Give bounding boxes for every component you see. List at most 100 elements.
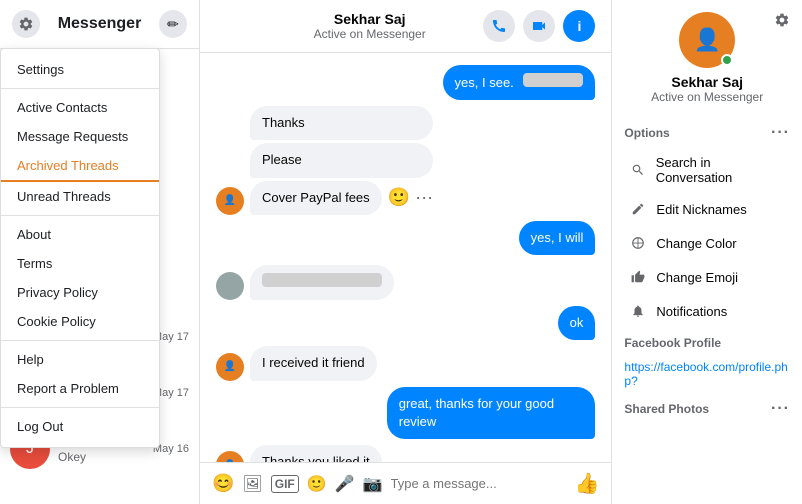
fb-profile-link[interactable]: https://facebook.com/profile.php?	[624, 356, 790, 392]
msg-bubble-6: ok	[558, 306, 596, 340]
shared-photos-label: Shared Photos ···	[624, 400, 790, 418]
mic-icon[interactable]: 🎤	[335, 474, 355, 494]
color-icon	[628, 233, 648, 253]
call-button[interactable]	[483, 10, 515, 42]
chat-area: Sekhar Saj Active on Messenger i yes, I …	[200, 0, 612, 504]
pencil-icon	[628, 199, 648, 219]
messages-container: yes, I see. 👤 Thanks Please Cover PayPal…	[200, 53, 611, 462]
panel-name: Sekhar Saj	[671, 74, 743, 90]
msg-actions: 🙂 ···	[388, 187, 433, 208]
msg-bubble-7: I received it friend	[250, 346, 377, 380]
option-nicknames-label: Edit Nicknames	[656, 202, 746, 217]
camera-icon[interactable]: 📷	[363, 474, 383, 494]
new-chat-button[interactable]: ✏	[159, 10, 187, 38]
menu-item-report[interactable]: Report a Problem	[1, 374, 159, 403]
panel-option-search[interactable]: Search in Conversation	[624, 148, 790, 192]
sidebar-header: Messenger ✏	[0, 0, 199, 49]
menu-item-privacy[interactable]: Privacy Policy	[1, 278, 159, 307]
msg-text-1: yes, I see.	[455, 75, 514, 90]
panel-option-color[interactable]: Change Color	[624, 226, 790, 260]
gif-icon[interactable]: GIF	[271, 475, 299, 493]
thumbsup-icon	[628, 267, 648, 287]
blurred-received-row	[216, 265, 595, 300]
panel-gear-button[interactable]	[774, 12, 790, 31]
menu-item-about[interactable]: About	[1, 220, 159, 249]
avatar-sekhar-2: 👤	[216, 353, 244, 381]
menu-item-help[interactable]: Help	[1, 345, 159, 374]
shared-photos-dots-button[interactable]: ···	[771, 400, 790, 418]
received-row-9: 👤 Thanks you liked it	[216, 445, 595, 462]
chat-header-status: Active on Messenger	[314, 27, 426, 41]
option-notifications-label: Notifications	[656, 304, 727, 319]
conv-preview-3: Okey	[58, 450, 145, 464]
message-row-1: yes, I see.	[216, 65, 595, 100]
message-row-6: ok	[216, 306, 595, 340]
blurred-content-1	[523, 73, 583, 87]
emoji-icon[interactable]: 😊	[212, 473, 234, 494]
avatar-sekhar-3: 👤	[216, 451, 244, 462]
sticker-icon[interactable]: 🙂	[307, 474, 327, 494]
msg-bubble-thanks: Thanks	[250, 106, 433, 140]
panel-option-nicknames[interactable]: Edit Nicknames	[624, 192, 790, 226]
menu-divider-2	[1, 215, 159, 216]
msg-bubble-cover: Cover PayPal fees	[250, 181, 382, 215]
received-row-7: 👤 I received it friend	[216, 346, 595, 380]
menu-item-settings[interactable]: Settings	[1, 55, 159, 84]
menu-item-message-requests[interactable]: Message Requests	[1, 122, 159, 151]
options-label-text: Options	[624, 126, 669, 140]
option-emoji-label: Change Emoji	[656, 270, 738, 285]
video-button[interactable]	[523, 10, 555, 42]
chat-input-area: 😊 🖼 GIF 🙂 🎤 📷 👍	[200, 462, 611, 504]
menu-item-logout[interactable]: Log Out	[1, 412, 159, 441]
option-search-label: Search in Conversation	[656, 155, 786, 185]
msg-bubble-blurred	[250, 265, 394, 300]
msg-bubble-9: Thanks you liked it	[250, 445, 382, 462]
msg-bubble-1: yes, I see.	[443, 65, 596, 100]
shared-photos-label-text: Shared Photos	[624, 402, 709, 416]
options-label: Options ···	[624, 124, 790, 142]
message-row-5: yes, I will	[216, 221, 595, 255]
right-panel: 👤 Sekhar Saj Active on Messenger Options…	[612, 0, 802, 504]
panel-profile: 👤 Sekhar Saj Active on Messenger	[624, 12, 790, 104]
fb-profile-label: Facebook Profile	[624, 336, 790, 350]
sidebar-title: Messenger	[58, 15, 142, 33]
received-group: 👤 Thanks Please Cover PayPal fees 🙂 ···	[216, 106, 595, 215]
info-button[interactable]: i	[563, 10, 595, 42]
panel-option-notifications[interactable]: Notifications	[624, 294, 790, 328]
menu-item-archived-threads[interactable]: Archived Threads	[1, 151, 159, 182]
msg-bubble-please: Please	[250, 143, 433, 177]
panel-avatar-wrap: 👤	[679, 12, 735, 68]
option-color-label: Change Color	[656, 236, 736, 251]
menu-item-active-contacts[interactable]: Active Contacts	[1, 93, 159, 122]
blurred-content-2	[262, 273, 382, 287]
dropdown-menu: Settings Active Contacts Message Request…	[0, 48, 160, 448]
panel-option-emoji[interactable]: Change Emoji	[624, 260, 790, 294]
options-dots-button[interactable]: ···	[771, 124, 790, 142]
chat-header-actions: i	[483, 10, 595, 42]
message-row-8: great, thanks for your good review	[216, 387, 595, 439]
msg-bubble-5: yes, I will	[519, 221, 596, 255]
message-input[interactable]	[391, 476, 567, 491]
menu-item-terms[interactable]: Terms	[1, 249, 159, 278]
avatar-sekhar-1: 👤	[216, 187, 244, 215]
chat-header-info: Sekhar Saj Active on Messenger	[314, 11, 426, 41]
fb-profile-label-text: Facebook Profile	[624, 336, 721, 350]
avatar-blurred	[216, 272, 244, 300]
menu-divider-1	[1, 88, 159, 89]
chat-header: Sekhar Saj Active on Messenger i	[200, 0, 611, 53]
menu-divider-4	[1, 407, 159, 408]
panel-online-dot	[721, 54, 733, 66]
menu-item-cookie[interactable]: Cookie Policy	[1, 307, 159, 336]
msg-group-received: Thanks Please Cover PayPal fees 🙂 ···	[250, 106, 433, 215]
menu-divider-3	[1, 340, 159, 341]
image-icon[interactable]: 🖼	[242, 474, 262, 494]
menu-item-unread-threads[interactable]: Unread Threads	[1, 182, 159, 211]
msg-bubble-8: great, thanks for your good review	[387, 387, 596, 439]
sidebar: Messenger ✏ Settings Active Contacts Mes…	[0, 0, 200, 504]
cover-row: Cover PayPal fees 🙂 ···	[250, 181, 433, 215]
gear-button[interactable]	[12, 10, 40, 38]
search-icon	[628, 160, 647, 180]
chat-header-name: Sekhar Saj	[334, 11, 406, 27]
like-button[interactable]: 👍	[575, 471, 600, 496]
bell-icon	[628, 301, 648, 321]
